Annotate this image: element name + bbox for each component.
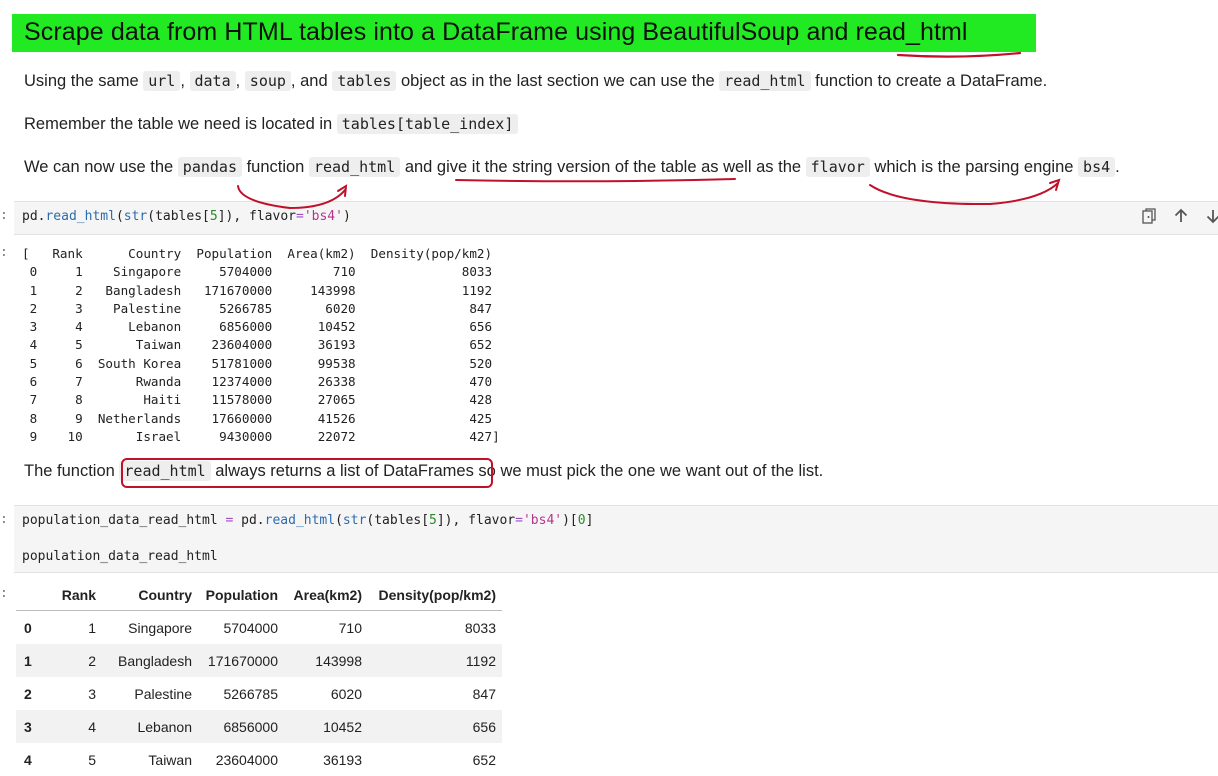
row-index: 2 [24, 685, 32, 702]
column-header [16, 580, 46, 611]
table-row: 0 1 Singapore 5704000 710 8033 [16, 611, 502, 645]
table-row: 2 3 Palestine 5266785 6020 847 [16, 677, 502, 710]
arrow-head-2 [1049, 178, 1061, 191]
row-index: 0 [24, 619, 32, 636]
output-prompt: : [0, 245, 8, 260]
table-cell: 652 [472, 751, 496, 768]
table-cell: Singapore [128, 619, 192, 636]
row-index: 1 [24, 652, 32, 669]
inline-code-pandas: pandas [177, 157, 242, 177]
inline-code-tables: tables [332, 71, 397, 91]
table-cell: 171670000 [207, 652, 278, 669]
returns-list-paragraph: The function read_html always returns a … [24, 461, 824, 481]
table-cell: 1192 [465, 652, 496, 669]
inline-code-read-html: read_html [719, 71, 811, 91]
table-cell: 710 [338, 619, 362, 636]
column-header: Area(km2) [293, 587, 362, 603]
table-cell: 5266785 [223, 685, 278, 702]
section-title: Scrape data from HTML tables into a Data… [24, 18, 968, 46]
table-cell: 36193 [323, 751, 362, 768]
table-cell: Taiwan [148, 751, 192, 768]
copy-icon[interactable] [1140, 208, 1158, 226]
table-row: 3 4 Lebanon 6856000 10452 656 [16, 710, 502, 743]
table-cell: 1 [88, 619, 96, 636]
code-cell-1[interactable]: pd.read_html(str(tables[5]), flavor='bs4… [14, 201, 1218, 235]
inline-code-flavor: flavor [805, 157, 870, 177]
table-cell: 5704000 [223, 619, 278, 636]
table-cell: 847 [472, 685, 496, 702]
inline-code-soup: soup [244, 71, 291, 91]
inline-code-url: url [143, 71, 181, 91]
cell-prompt: : [0, 208, 8, 223]
row-index: 4 [24, 751, 32, 768]
code-line-2[interactable]: population_data_read_html [22, 549, 218, 564]
list-output: [ Rank Country Population Area(km2) Dens… [22, 246, 500, 444]
table-row: 4 5 Taiwan 23604000 36193 652 [16, 743, 502, 776]
table-cell: Bangladesh [118, 652, 192, 669]
arrow-down-icon[interactable] [1204, 208, 1218, 226]
table-location-paragraph: Remember the table we need is located in… [24, 114, 519, 134]
table-cell: 2 [88, 652, 96, 669]
table-cell: 3 [88, 685, 96, 702]
column-header: Population [205, 587, 278, 603]
table-cell: 4 [88, 718, 96, 735]
inline-code-tables-index: tables[table_index] [336, 114, 519, 134]
table-cell: 6020 [330, 685, 362, 702]
column-header: Country [138, 587, 192, 603]
table-cell: Palestine [134, 685, 192, 702]
table-cell: 6856000 [223, 718, 278, 735]
arrow-up-icon[interactable] [1172, 208, 1190, 226]
inline-code-read-html-2: read_html [308, 157, 401, 177]
intro-paragraph: Using the same url, data, soup, and tabl… [24, 71, 1048, 91]
arrow-head-1 [337, 184, 348, 197]
inline-code-read-html-3: read_html [119, 461, 211, 481]
table-header-row: Rank Country Population Area(km2) Densit… [16, 580, 502, 611]
inline-code-bs4: bs4 [1078, 157, 1116, 177]
underline-string-version [455, 178, 736, 183]
underline-read-html-title [896, 51, 1022, 58]
row-index: 3 [24, 718, 32, 735]
table-cell: 143998 [315, 652, 362, 669]
code-cell-2[interactable]: population_data_read_html = pd.read_html… [14, 505, 1218, 573]
dataframe-table: Rank Country Population Area(km2) Densit… [16, 580, 502, 776]
table-cell: 23604000 [215, 751, 278, 768]
output-prompt-2: : [0, 586, 8, 601]
table-cell: 5 [88, 751, 96, 768]
cell-prompt-2: : [0, 512, 8, 527]
table-row: 1 2 Bangladesh 171670000 143998 1192 [16, 644, 502, 677]
pandas-paragraph: We can now use the pandas function read_… [24, 157, 1120, 177]
table-cell: 656 [472, 718, 496, 735]
code-line[interactable]: pd.read_html(str(tables[5]), flavor='bs4… [22, 209, 351, 224]
table-cell: 10452 [323, 718, 362, 735]
code-line-1[interactable]: population_data_read_html = pd.read_html… [22, 513, 593, 528]
inline-code-data: data [189, 71, 236, 91]
table-cell: 8033 [464, 619, 496, 636]
table-cell: Lebanon [137, 718, 192, 735]
column-header: Rank [61, 587, 96, 603]
column-header: Density(pop/km2) [378, 587, 496, 603]
